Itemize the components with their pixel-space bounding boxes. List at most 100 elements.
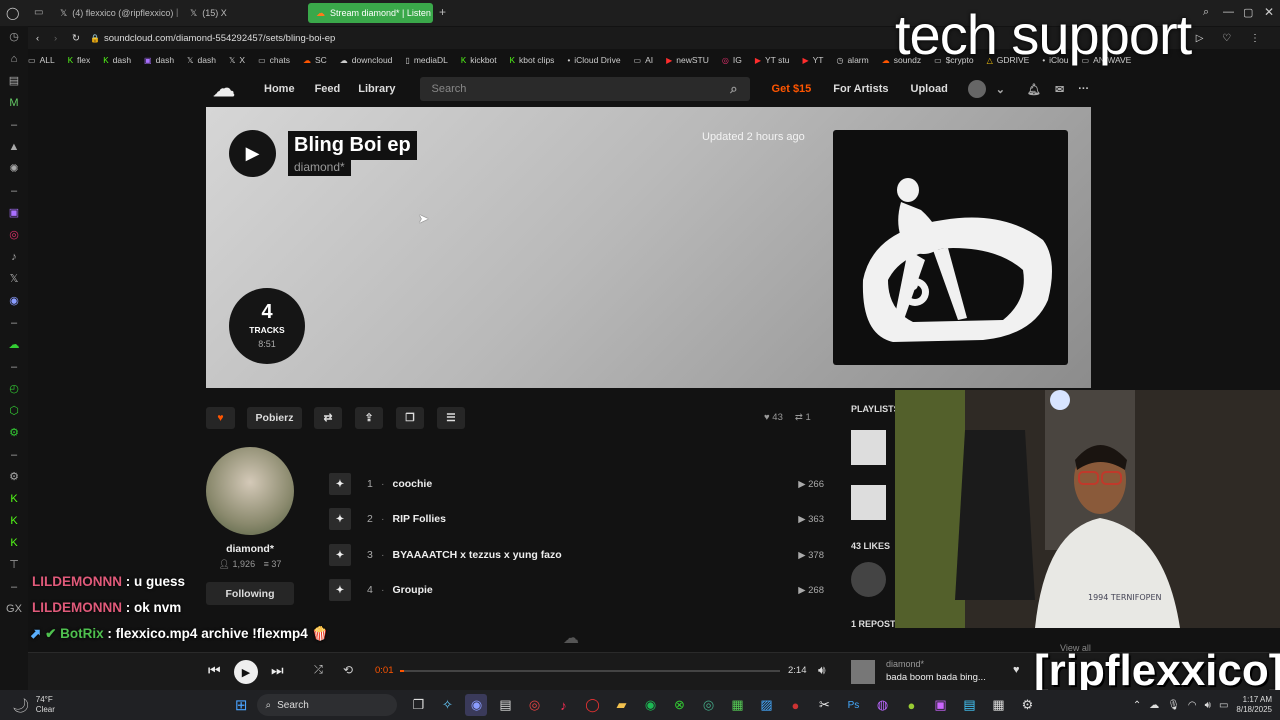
notifications-icon[interactable]: 🔔︎: [1027, 83, 1041, 96]
messages-icon[interactable]: ✉: [1055, 83, 1064, 96]
track-artwork[interactable]: ✦: [329, 508, 351, 530]
track-artwork[interactable]: ✦: [329, 579, 351, 601]
like-button[interactable]: ♥: [206, 407, 235, 429]
tab-3-active[interactable]: ☁ Stream diamond* | Listen: [308, 3, 433, 23]
artist-name[interactable]: diamond*: [206, 543, 294, 555]
reload-icon[interactable]: ↻: [72, 33, 90, 44]
bookmark-item[interactable]: ▶ YT: [802, 55, 823, 65]
toolbar-icons[interactable]: ▷ ♡ ⋮: [1196, 33, 1268, 44]
weather-icon[interactable]: 🌙︎: [12, 697, 30, 714]
wallet-icon[interactable]: ▤: [9, 70, 19, 92]
search-input[interactable]: Search ⌕: [419, 77, 750, 101]
clock[interactable]: 1:17 AM 8/18/2025: [1236, 695, 1272, 715]
bookmark-item[interactable]: ◎ IG: [722, 55, 742, 65]
next-icon[interactable]: ⏭: [271, 662, 284, 679]
track-row[interactable]: ✦ 4 · Groupie ▶ 268: [329, 578, 824, 602]
search-icon[interactable]: ⌕: [730, 81, 737, 97]
mic-icon[interactable]: 🎙︎: [1167, 700, 1180, 711]
playlist-thumb[interactable]: [851, 485, 886, 520]
app-icon[interactable]: ▦: [726, 694, 748, 716]
photoshop-icon[interactable]: Ps: [842, 694, 864, 716]
track-title[interactable]: RIP Follies: [393, 513, 447, 525]
tiktok-icon[interactable]: ♪: [11, 246, 17, 268]
windows-start-icon[interactable]: ⊞: [235, 696, 248, 714]
gx-icon[interactable]: GX: [6, 598, 22, 620]
soundcloud-logo-icon[interactable]: ☁: [195, 76, 253, 102]
extensions-icon[interactable]: ⬡: [9, 400, 19, 422]
settings-icon[interactable]: ⚙: [9, 422, 19, 444]
bookmark-item[interactable]: ▣ dash: [144, 55, 174, 65]
discord-icon[interactable]: ◉: [9, 290, 19, 312]
track-artwork[interactable]: ✦: [329, 473, 351, 495]
cloud-icon[interactable]: ☁: [9, 334, 20, 356]
nav-home[interactable]: Home: [264, 83, 295, 95]
add-to-next-button[interactable]: ☰: [437, 407, 465, 429]
maximize-icon[interactable]: ▢: [1243, 6, 1253, 19]
app-icon[interactable]: ▣: [929, 694, 951, 716]
bookmark-item[interactable]: ◷ alarm: [836, 55, 868, 65]
player-play-button[interactable]: ▶: [234, 660, 258, 684]
instagram-icon[interactable]: ◎: [9, 224, 19, 246]
avatar[interactable]: [967, 80, 986, 98]
for-artists-link[interactable]: For Artists: [833, 83, 888, 95]
track-row[interactable]: ✦ 1 · coochie ▶ 266: [329, 472, 824, 496]
tiktok-icon[interactable]: ♪: [552, 694, 574, 716]
discord-icon[interactable]: ◉: [465, 694, 488, 716]
app-icon[interactable]: ⊤: [9, 554, 19, 576]
chevron-down-icon[interactable]: ⌄: [996, 83, 1005, 96]
calculator-icon[interactable]: ▦: [987, 694, 1009, 716]
volume-icon[interactable]: 🔊︎: [818, 663, 826, 678]
bookmark-item[interactable]: ☁ downcloud: [340, 55, 393, 65]
capcut-icon[interactable]: ✂: [813, 694, 835, 716]
battery-icon[interactable]: ▭: [1219, 700, 1228, 711]
share-button[interactable]: ⇪: [355, 407, 383, 429]
url-field[interactable]: soundcloud.com/diamond-554292457/sets/bl…: [104, 33, 335, 44]
chevron-up-icon[interactable]: ⌃: [1133, 700, 1141, 711]
repost-button[interactable]: ⇄: [314, 407, 342, 429]
bookmark-item[interactable]: ▭ chats: [258, 55, 290, 65]
track-artwork[interactable]: ✦: [329, 544, 351, 566]
notes-icon[interactable]: ▤: [958, 694, 980, 716]
spotify-icon[interactable]: ◉: [639, 694, 661, 716]
xbox-icon[interactable]: ⊗: [668, 694, 690, 716]
liked-thumb[interactable]: [851, 562, 886, 597]
bookmark-item[interactable]: ▶ newSTU: [666, 55, 709, 65]
obs-icon[interactable]: ◍: [871, 694, 893, 716]
bag-icon[interactable]: ⌂: [11, 48, 18, 70]
play-button[interactable]: ▶: [229, 130, 276, 177]
bookmark-item[interactable]: Kflex: [68, 55, 91, 65]
nav-library[interactable]: Library: [358, 83, 395, 95]
app-icon[interactable]: ●: [784, 694, 806, 716]
new-tab-button[interactable]: +: [439, 5, 446, 19]
bookmark-item[interactable]: Kkbot clips: [510, 55, 555, 65]
settings-icon[interactable]: ⚙: [1016, 694, 1038, 716]
bookmark-item[interactable]: ▯ mediaDL: [405, 55, 447, 65]
back-icon[interactable]: ‹: [36, 33, 54, 44]
bookmark-item[interactable]: • iCloud Drive: [567, 55, 620, 65]
bookmark-item[interactable]: Kkickbot: [461, 55, 497, 65]
minimize-icon[interactable]: —: [1223, 6, 1234, 18]
kick-icon[interactable]: K: [10, 510, 17, 532]
now-playing-artist[interactable]: diamond*: [886, 659, 924, 669]
playlist-thumb[interactable]: [851, 430, 886, 465]
now-playing-title[interactable]: bada boom bada bing...: [886, 672, 986, 683]
copilot-icon[interactable]: ✧: [436, 694, 458, 716]
x-logo-icon[interactable]: 𝕏: [10, 268, 19, 290]
track-row[interactable]: ✦ 2 · RIP Follies ▶ 363: [329, 507, 824, 531]
bookmark-item[interactable]: Kdash: [103, 55, 131, 65]
opera-logo-icon[interactable]: ◯: [6, 6, 19, 20]
aria-icon[interactable]: ▲: [9, 136, 20, 158]
forward-icon[interactable]: ›: [54, 33, 72, 44]
playlist-artist[interactable]: diamond*: [288, 158, 351, 176]
mail-icon[interactable]: M: [9, 92, 18, 114]
bookmark-item[interactable]: ▶ YT stu: [755, 55, 790, 65]
app-icon[interactable]: ●: [900, 694, 922, 716]
photos-icon[interactable]: ▨: [755, 694, 777, 716]
more-icon[interactable]: ···: [1078, 83, 1089, 95]
taskbar-search[interactable]: ⌕ Search: [257, 694, 398, 716]
following-button[interactable]: Following: [206, 582, 294, 605]
wifi-icon[interactable]: ◠: [1188, 700, 1197, 711]
volume-icon[interactable]: 🔊︎: [1205, 700, 1211, 711]
chrome-icon[interactable]: ◎: [697, 694, 719, 716]
app-icon[interactable]: ▤: [494, 694, 516, 716]
